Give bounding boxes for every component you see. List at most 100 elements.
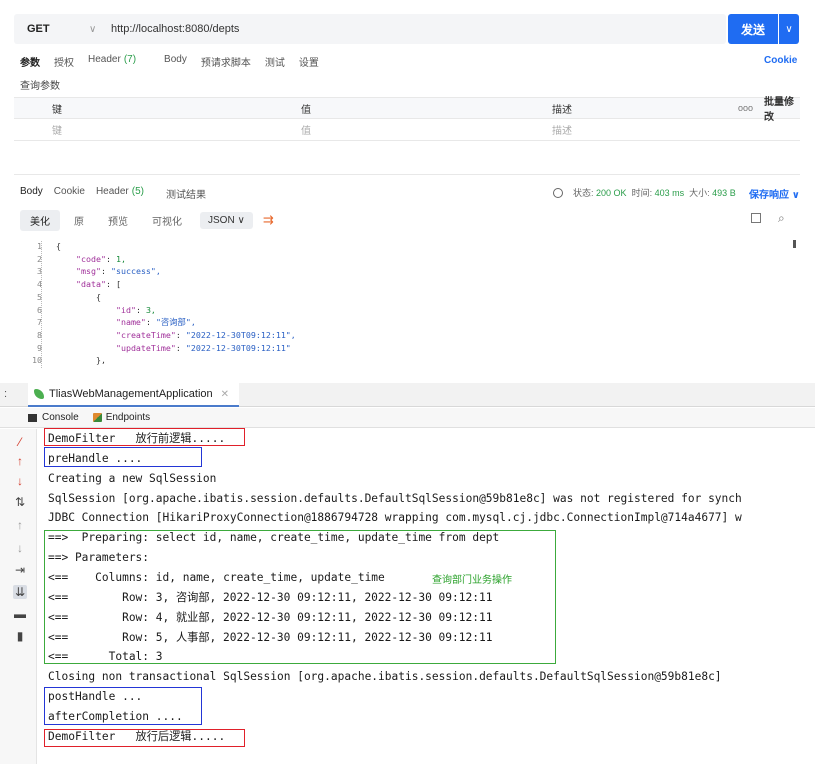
send-button[interactable]: 发送 <box>728 14 778 44</box>
console-line: JDBC Connection [HikariProxyConnection@1… <box>48 511 742 525</box>
copy-icon[interactable] <box>751 213 761 223</box>
tab-pretty[interactable]: 美化 <box>20 209 60 231</box>
arrow-up-icon[interactable]: ↑ <box>13 454 27 468</box>
divider <box>14 174 800 175</box>
scroll-down-icon[interactable]: ↓ <box>13 541 27 555</box>
size-label: 大小: <box>689 188 710 198</box>
line-number: 5 <box>37 291 42 302</box>
tab-console[interactable]: Console <box>42 412 79 423</box>
save-response-button[interactable]: 保存响应 ∨ <box>749 186 800 201</box>
tab-body[interactable]: Body <box>164 54 187 69</box>
scroll-to-end-icon[interactable]: ⇊ <box>13 585 27 599</box>
search-icon[interactable]: ⌕ <box>778 211 785 226</box>
print-icon[interactable]: ▬ <box>13 607 27 621</box>
run-tab-label: TliasWebManagementApplication <box>49 388 213 400</box>
method-select[interactable]: GET <box>27 23 89 35</box>
line-number: 7 <box>37 317 42 328</box>
line-number: 2 <box>37 253 42 264</box>
column-value: 值 <box>301 104 311 116</box>
tab-endpoints[interactable]: Endpoints <box>106 412 150 423</box>
console-line: <== Row: 5, 人事部, 2022-12-30 09:12:11, 20… <box>48 630 493 644</box>
code-line: "msg": "success", <box>75 266 161 277</box>
request-bar: GET ∨ http://localhost:8080/depts <box>14 14 726 44</box>
arrow-down-icon[interactable]: ↓ <box>13 474 27 488</box>
tab-raw[interactable]: 原 <box>64 210 94 231</box>
response-tabs: Body Cookie Header (5) 测试结果 <box>20 186 217 201</box>
scrollbar[interactable] <box>793 240 796 248</box>
line-number: 10 <box>32 355 42 366</box>
line-number: 1 <box>37 241 42 251</box>
line-number: 3 <box>37 266 42 277</box>
tab-params[interactable]: 参数 <box>20 54 40 69</box>
close-icon[interactable]: ✕ <box>221 389 229 400</box>
sort-icon[interactable]: ⇅ <box>13 495 27 509</box>
time-value: 403 ms <box>654 187 685 198</box>
request-tabs: 参数 授权 Header (7) Body 预请求脚本 测试 设置 <box>20 54 333 69</box>
time-label: 时间: <box>631 188 653 198</box>
tab-preview[interactable]: 预览 <box>98 210 138 231</box>
spring-leaf-icon <box>34 389 44 399</box>
code-line: { <box>56 291 101 302</box>
value-input[interactable]: 值 <box>301 122 311 137</box>
console-line: Creating a new SqlSession <box>48 471 217 485</box>
line-number: 9 <box>37 342 42 353</box>
tab-auth[interactable]: 授权 <box>54 54 74 69</box>
table-row: 键 值 描述 <box>14 119 800 141</box>
format-label: JSON <box>208 214 235 226</box>
tab-settings[interactable]: 设置 <box>299 54 319 69</box>
tab-test-results[interactable]: 测试结果 <box>166 186 206 201</box>
clear-edit-icon[interactable]: ⁄ <box>13 435 27 449</box>
endpoints-icon <box>92 413 102 422</box>
console-line: DemoFilter 放行后逻辑..... <box>48 729 226 743</box>
tab-response-body[interactable]: Body <box>20 186 43 201</box>
wrap-lines-icon[interactable]: ⇉ <box>263 212 274 228</box>
tab-response-cookie[interactable]: Cookie <box>54 186 85 201</box>
tab-header[interactable]: Header (7) <box>88 54 150 69</box>
column-key: 键 <box>52 104 62 116</box>
query-params-title: 查询参数 <box>20 81 60 92</box>
tab-response-header[interactable]: Header (5) <box>96 186 155 201</box>
globe-icon[interactable] <box>553 187 563 198</box>
console-line: DemoFilter 放行前逻辑..... <box>48 432 226 445</box>
size-value: 493 B <box>712 187 736 198</box>
table-header-row: 键 值 描述 ooo 批量修改 <box>14 97 800 123</box>
console-line: Closing non transactional SqlSession [or… <box>48 670 722 684</box>
console-line: ==> Preparing: select id, name, create_t… <box>48 531 500 545</box>
ide-run-panel: : TliasWebManagementApplication ✕ Consol… <box>0 383 815 764</box>
key-input[interactable]: 键 <box>52 122 62 137</box>
code-line: "code": 1, <box>75 253 126 264</box>
response-body-code: 1 {2 "code": 1, 3 "msg": "success", 4 "data… <box>20 240 800 368</box>
console-icon <box>28 413 37 422</box>
console-line: preHandle .... <box>48 451 143 465</box>
scroll-up-icon[interactable]: ↑ <box>13 518 27 532</box>
run-tabbar: : TliasWebManagementApplication ✕ <box>0 383 815 407</box>
format-select[interactable]: JSON ∨ <box>200 211 253 229</box>
status-label: 状态: <box>573 188 594 198</box>
console-line: <== Row: 4, 就业部, 2022-12-30 09:12:11, 20… <box>48 610 493 624</box>
tab-response-header-label: Header <box>95 186 129 197</box>
tab-visualize[interactable]: 可视化 <box>142 210 192 231</box>
code-line: "data": [ <box>75 279 121 290</box>
more-options-icon[interactable]: ooo <box>738 103 753 113</box>
annotation-note: 查询部门业务操作 <box>432 575 512 586</box>
send-options-chevron-icon[interactable]: ∨ <box>779 14 799 44</box>
response-status: 状态: 200 OK 时间: 403 ms 大小: 493 B <box>553 186 736 199</box>
console-line: <== Row: 3, 咨询部, 2022-12-30 09:12:11, 20… <box>48 590 493 604</box>
tab-tests[interactable]: 测试 <box>265 54 285 69</box>
cookie-link[interactable]: Cookie <box>764 55 797 66</box>
params-table: 键 值 描述 ooo 批量修改 键 值 描述 <box>14 97 800 141</box>
tab-pre-request-script[interactable]: 预请求脚本 <box>201 54 251 69</box>
code-line: "id": 3, <box>115 304 156 315</box>
trash-icon[interactable]: ▮ <box>13 629 27 643</box>
run-tab[interactable]: TliasWebManagementApplication ✕ <box>28 383 240 407</box>
console-line: ==> Parameters: <box>48 551 156 565</box>
tab-response-header-count: (5) <box>131 186 144 197</box>
description-input[interactable]: 描述 <box>552 122 572 137</box>
soft-wrap-icon[interactable]: ⇥ <box>13 563 27 577</box>
tabbar-colon: : <box>4 388 8 400</box>
url-input[interactable]: http://localhost:8080/depts <box>111 23 239 35</box>
line-number: 6 <box>37 304 42 315</box>
code-line: { <box>56 241 61 251</box>
chevron-down-icon[interactable]: ∨ <box>89 24 103 35</box>
console-toolbar: ⁄ ↑ ↓ ⇅ ↑ ↓ ⇥ ⇊ ▬ ▮ <box>0 429 37 764</box>
